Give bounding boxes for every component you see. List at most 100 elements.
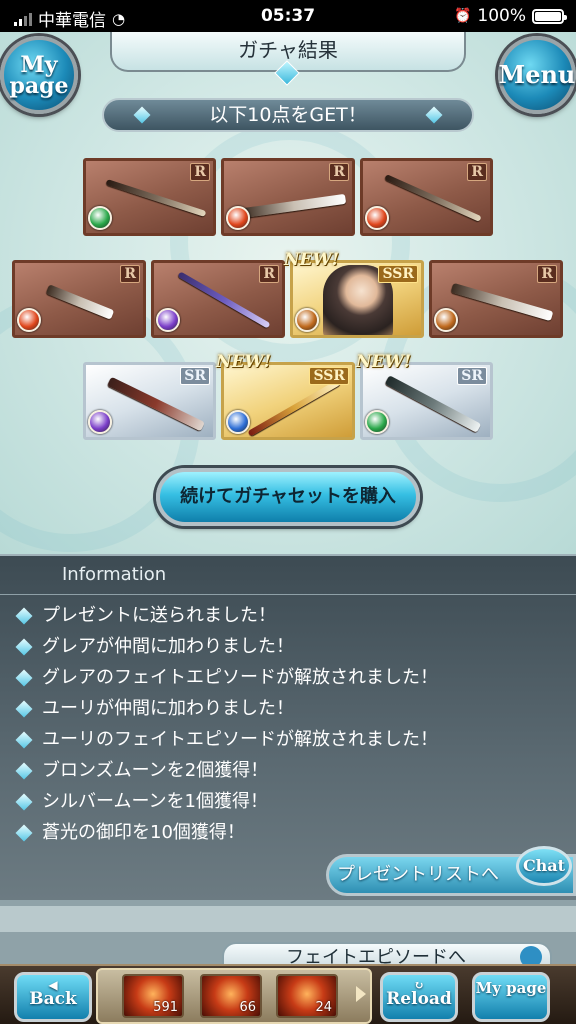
- info-text: ブロンズムーンを2個獲得！: [42, 760, 269, 781]
- info-text: シルバームーンを1個獲得！: [42, 791, 269, 812]
- result-card[interactable]: R: [360, 158, 493, 236]
- wind-element-icon: [88, 206, 112, 230]
- result-card[interactable]: SR: [83, 362, 216, 440]
- rarity-badge: R: [120, 265, 140, 283]
- gem-icon: [133, 106, 151, 124]
- gem-icon: [15, 731, 33, 749]
- info-text: グレアのフェイトエピソードが解放されました！: [42, 667, 438, 688]
- get-banner: 以下10点をGET！: [102, 98, 474, 132]
- water-element-icon: [226, 410, 250, 434]
- battery-level: [535, 11, 561, 21]
- gem-icon: [15, 762, 33, 780]
- item-shortcut[interactable]: 591: [122, 974, 184, 1018]
- harp-weapon-icon: [241, 193, 347, 219]
- rarity-badge: R: [329, 163, 349, 181]
- mypage-label: My page: [9, 52, 69, 99]
- lower-strip: [0, 906, 576, 932]
- result-card[interactable]: R: [221, 158, 355, 236]
- info-text: 蒼光の御印を10個獲得！: [42, 822, 245, 843]
- result-card[interactable]: SR: [360, 362, 493, 440]
- result-card[interactable]: R: [429, 260, 563, 338]
- sword-weapon-icon: [450, 282, 554, 322]
- get-banner-text: 以下10点をGET！: [209, 104, 367, 126]
- divider: [0, 594, 576, 595]
- gun-weapon-icon: [45, 284, 115, 320]
- information-list: プレゼントに送られました！ グレアが仲間に加わりました！ グレアのフェイトエピソ…: [15, 600, 438, 848]
- info-text: ユーリのフェイトエピソードが解放されました！: [42, 729, 438, 750]
- rarity-badge: R: [467, 163, 487, 181]
- result-card[interactable]: SSR: [290, 260, 424, 338]
- gem-icon: [15, 793, 33, 811]
- mypage-bottom-label: My page: [475, 979, 547, 997]
- mypage-bottom-button[interactable]: My page: [472, 972, 550, 1022]
- earth-element-icon: [434, 308, 458, 332]
- rarity-badge: SR: [457, 367, 487, 385]
- alarm-icon: ⏰: [453, 8, 472, 24]
- staff-weapon-icon: [384, 174, 482, 222]
- item-shortcut[interactable]: 24: [276, 974, 338, 1018]
- gem-icon: [15, 669, 33, 687]
- gem-icon: [15, 824, 33, 842]
- buy-gacha-set-button[interactable]: 続けてガチャセットを購入: [156, 468, 420, 526]
- status-right: ⏰ 100%: [453, 6, 567, 26]
- menu-label: Menu: [498, 59, 576, 89]
- mypage-button[interactable]: My page: [0, 36, 78, 114]
- bottom-nav-bar: ◀ Back 591 66 24 ↻ Reload My page: [0, 964, 576, 1024]
- dark-element-icon: [88, 410, 112, 434]
- gem-icon: [425, 106, 443, 124]
- result-card[interactable]: R: [83, 158, 216, 236]
- status-bar: 中華電信 ◔ 05:37 ⏰ 100%: [0, 0, 576, 32]
- list-item: 蒼光の御印を10個獲得！: [15, 817, 438, 848]
- information-panel: Information プレゼントに送られました！ グレアが仲間に加わりました！…: [0, 554, 576, 900]
- list-item: ブロンズムーンを2個獲得！: [15, 755, 438, 786]
- earth-element-icon: [295, 308, 319, 332]
- battery-icon: [532, 8, 567, 24]
- item-shortcut[interactable]: 66: [200, 974, 262, 1018]
- lower-area: フェイトエピソードへ: [0, 900, 576, 972]
- rarity-badge: SSR: [309, 367, 349, 385]
- rarity-badge: SR: [180, 367, 210, 385]
- fire-element-icon: [226, 206, 250, 230]
- item-shortcuts: 591 66 24: [96, 968, 372, 1024]
- item-count: 591: [153, 1000, 178, 1015]
- list-item: グレアのフェイトエピソードが解放されました！: [15, 662, 438, 693]
- info-text: ユーリが仲間に加わりました！: [42, 698, 294, 719]
- list-item: プレゼントに送られました！: [15, 600, 438, 631]
- info-text: グレアが仲間に加わりました！: [42, 636, 294, 657]
- scroll-right-icon[interactable]: [356, 986, 366, 1002]
- new-badge: NEW!: [284, 250, 340, 270]
- staff-weapon-icon: [177, 271, 271, 329]
- gem-icon: [15, 700, 33, 718]
- list-item: グレアが仲間に加わりました！: [15, 631, 438, 662]
- item-count: 66: [239, 1000, 256, 1015]
- rarity-badge: R: [537, 265, 557, 283]
- dark-element-icon: [156, 308, 180, 332]
- gacha-result-screen: My page ガチャ結果 Menu 以下10点をGET！ R R R R R …: [0, 32, 576, 554]
- back-label: Back: [29, 989, 77, 1009]
- fire-element-icon: [365, 206, 389, 230]
- result-card[interactable]: SSR: [221, 362, 355, 440]
- result-card[interactable]: R: [151, 260, 285, 338]
- back-button[interactable]: ◀ Back: [14, 972, 92, 1022]
- list-item: シルバームーンを1個獲得！: [15, 786, 438, 817]
- menu-button[interactable]: Menu: [498, 36, 576, 114]
- reload-label: Reload: [386, 989, 452, 1009]
- rarity-badge: R: [259, 265, 279, 283]
- gem-icon: [15, 638, 33, 656]
- rarity-badge: R: [190, 163, 210, 181]
- chat-button[interactable]: Chat: [516, 846, 572, 886]
- list-item: ユーリのフェイトエピソードが解放されました！: [15, 724, 438, 755]
- result-card[interactable]: R: [12, 260, 146, 338]
- fire-element-icon: [17, 308, 41, 332]
- wind-element-icon: [365, 410, 389, 434]
- spear-weapon-icon: [247, 379, 341, 437]
- item-count: 24: [315, 1000, 332, 1015]
- list-item: ユーリが仲間に加わりました！: [15, 693, 438, 724]
- battery-percent: 100%: [477, 6, 526, 26]
- new-badge: NEW!: [216, 352, 272, 372]
- info-text: プレゼントに送られました！: [42, 605, 276, 626]
- gem-icon: [15, 607, 33, 625]
- reload-button[interactable]: ↻ Reload: [380, 972, 458, 1022]
- information-title: Information: [62, 564, 167, 585]
- axe-weapon-icon: [105, 179, 207, 217]
